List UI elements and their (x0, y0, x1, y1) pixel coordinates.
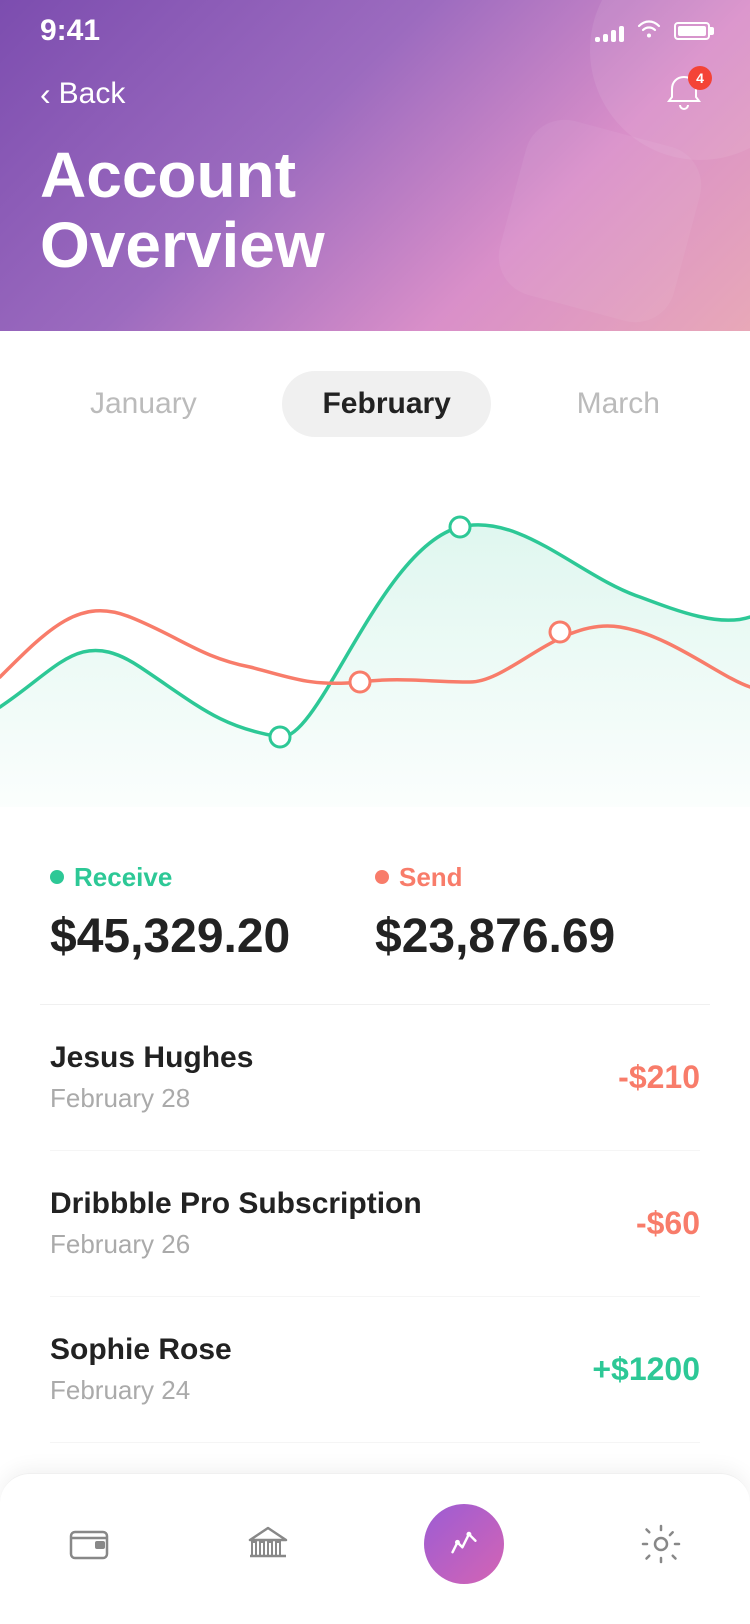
back-label: Back (59, 77, 126, 111)
tab-march[interactable]: March (537, 371, 700, 437)
wifi-icon (636, 18, 662, 44)
chart-container (0, 467, 750, 832)
notification-button[interactable]: 4 (658, 68, 710, 120)
transaction-name: Dribbble Pro Subscription (50, 1187, 422, 1221)
stats-row: Receive $45,329.20 Send $23,876.69 (0, 832, 750, 1004)
nav-settings[interactable] (619, 1512, 703, 1576)
stats-icon-wrap (424, 1504, 504, 1584)
transaction-name: Sophie Rose (50, 1333, 232, 1367)
transaction-date: February 24 (50, 1375, 232, 1406)
back-chevron-icon: ‹ (40, 76, 51, 113)
line-chart (0, 467, 750, 807)
send-stat: Send $23,876.69 (375, 862, 700, 964)
month-tabs: January February March (0, 331, 750, 467)
send-label: Send (375, 862, 700, 893)
transaction-item: Sophie Rose February 24 +$1200 (50, 1297, 700, 1443)
transaction-name: Jesus Hughes (50, 1041, 253, 1075)
wallet-icon (67, 1522, 111, 1566)
transaction-amount: -$60 (636, 1205, 700, 1242)
transaction-amount: +$1200 (592, 1351, 700, 1388)
nav-wallet[interactable] (47, 1512, 131, 1576)
header: 9:41 ‹ Back (0, 0, 750, 331)
stats-icon (446, 1526, 482, 1562)
page-title: Account Overview (40, 140, 710, 281)
transaction-date: February 28 (50, 1083, 253, 1114)
status-bar: 9:41 (40, 0, 710, 68)
chart-receive-dot-2 (450, 517, 470, 537)
send-value: $23,876.69 (375, 909, 700, 964)
receive-stat: Receive $45,329.20 (50, 862, 375, 964)
signal-icon (595, 20, 624, 42)
transaction-item: Dribbble Pro Subscription February 26 -$… (50, 1151, 700, 1297)
status-icons (595, 18, 710, 44)
receive-label: Receive (50, 862, 375, 893)
tab-january[interactable]: January (50, 371, 237, 437)
nav-row: ‹ Back 4 (40, 68, 710, 120)
chart-send-dot-2 (550, 622, 570, 642)
notification-badge: 4 (688, 66, 712, 90)
transaction-date: February 26 (50, 1229, 422, 1260)
tab-february[interactable]: February (282, 371, 490, 437)
receive-dot (50, 870, 64, 884)
transaction-info: Dribbble Pro Subscription February 26 (50, 1187, 422, 1260)
chart-send-dot-1 (350, 672, 370, 692)
transaction-info: Jesus Hughes February 28 (50, 1041, 253, 1114)
battery-icon (674, 22, 710, 40)
receive-value: $45,329.20 (50, 909, 375, 964)
nav-stats[interactable] (404, 1494, 524, 1594)
bottom-nav (0, 1473, 750, 1624)
send-dot (375, 870, 389, 884)
settings-icon (639, 1522, 683, 1566)
transaction-item: Jesus Hughes February 28 -$210 (50, 1005, 700, 1151)
bank-icon (246, 1522, 290, 1566)
chart-receive-dot-1 (270, 727, 290, 747)
back-button[interactable]: ‹ Back (40, 76, 125, 113)
transaction-list: Jesus Hughes February 28 -$210 Dribbble … (0, 1005, 750, 1443)
status-time: 9:41 (40, 14, 100, 48)
nav-bank[interactable] (226, 1512, 310, 1576)
transaction-amount: -$210 (618, 1059, 700, 1096)
chart-receive-fill (0, 525, 750, 807)
transaction-info: Sophie Rose February 24 (50, 1333, 232, 1406)
